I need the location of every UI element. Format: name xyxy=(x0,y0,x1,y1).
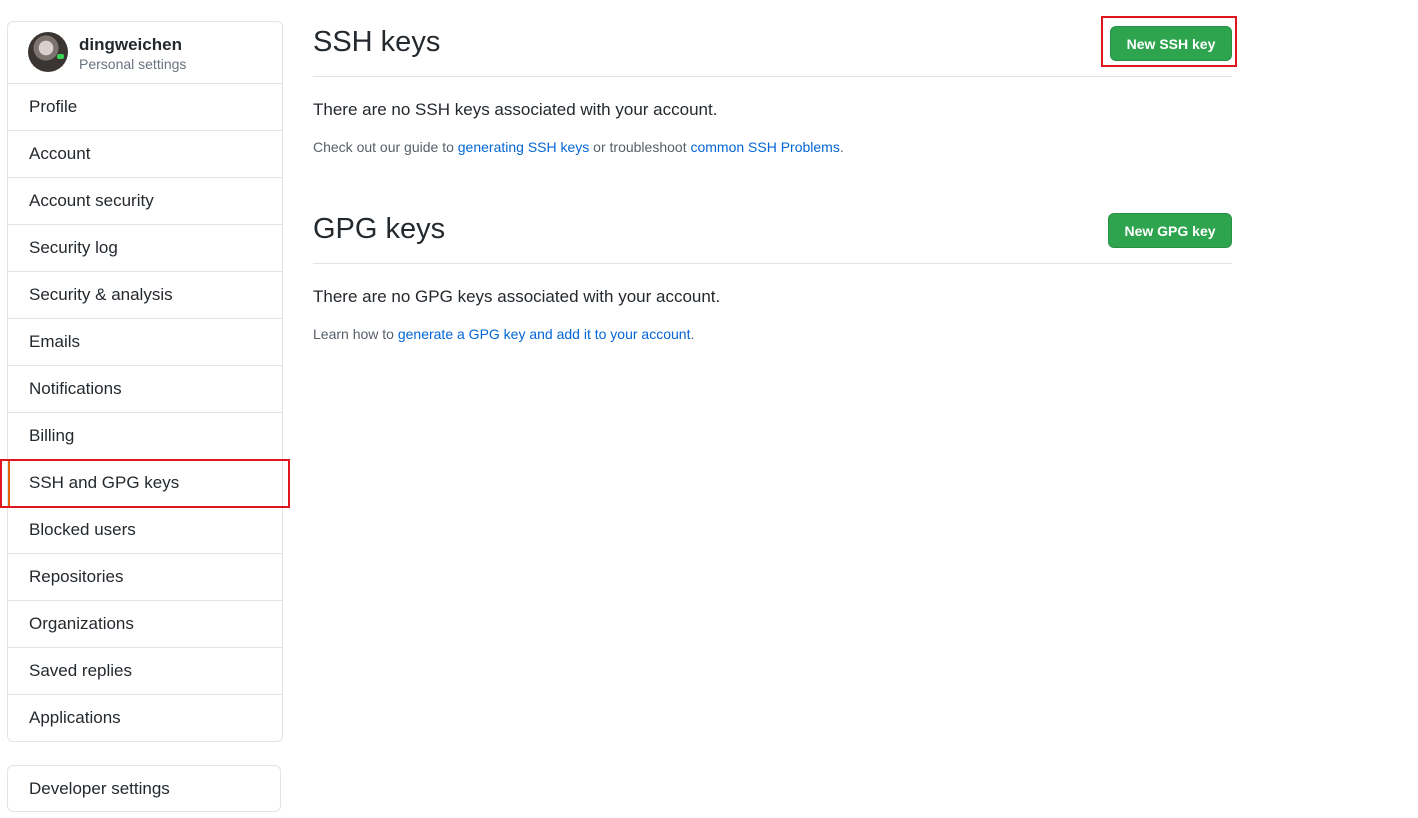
note-text: . xyxy=(690,326,695,342)
gpg-empty-message: There are no GPG keys associated with yo… xyxy=(313,287,721,306)
sidebar-item-label: Billing xyxy=(29,426,75,445)
sidebar-item-label: Security log xyxy=(29,238,118,257)
sidebar-item-saved-replies[interactable]: Saved replies xyxy=(8,648,282,695)
generate-gpg-key-link[interactable]: generate a GPG key and add it to your ac… xyxy=(398,326,691,342)
sidebar-item-label: Security & analysis xyxy=(29,285,173,304)
sidebar-item-billing[interactable]: Billing xyxy=(8,413,282,460)
ssh-help-note: Check out our guide to generating SSH ke… xyxy=(313,139,844,155)
sidebar-item-label: Profile xyxy=(29,97,78,116)
new-ssh-key-button[interactable]: New SSH key xyxy=(1110,26,1232,61)
sidebar-item-label: Repositories xyxy=(29,567,124,586)
sidebar-item-label: Developer settings xyxy=(29,778,170,798)
ssh-keys-heading: SSH keys xyxy=(313,26,441,58)
sidebar-item-label: Blocked users xyxy=(29,520,136,539)
sidebar-item-notifications[interactable]: Notifications xyxy=(8,366,282,413)
note-text: or troubleshoot xyxy=(589,139,691,155)
note-text: . xyxy=(839,139,844,155)
personal-settings-label: Personal settings xyxy=(79,56,187,72)
sidebar-item-repositories[interactable]: Repositories xyxy=(8,554,282,601)
common-ssh-problems-link[interactable]: common SSH Problems xyxy=(690,139,839,155)
sidebar-item-applications[interactable]: Applications xyxy=(8,695,282,741)
sidebar-item-label: Applications xyxy=(29,708,121,727)
avatar[interactable] xyxy=(28,32,68,72)
sidebar-item-label: Emails xyxy=(29,332,81,351)
sidebar-item-account-security[interactable]: Account security xyxy=(8,178,282,225)
ssh-empty-message: There are no SSH keys associated with yo… xyxy=(313,100,718,119)
generating-ssh-keys-link[interactable]: generating SSH keys xyxy=(458,139,590,155)
sidebar-item-label: Notifications xyxy=(29,379,122,398)
sidebar-item-label: SSH and GPG keys xyxy=(29,473,180,492)
username[interactable]: dingweichen xyxy=(79,35,182,55)
sidebar-item-label: Organizations xyxy=(29,614,134,633)
note-text: Check out our guide to xyxy=(313,139,458,155)
new-gpg-key-button[interactable]: New GPG key xyxy=(1108,213,1232,248)
sidebar-item-ssh-gpg-keys[interactable]: SSH and GPG keys xyxy=(8,460,282,507)
sidebar-item-label: Saved replies xyxy=(29,661,133,680)
settings-sidebar: dingweichen Personal settings Profile Ac… xyxy=(7,21,283,742)
sidebar-item-organizations[interactable]: Organizations xyxy=(8,601,282,648)
sidebar-item-blocked-users[interactable]: Blocked users xyxy=(8,507,282,554)
sidebar-item-account[interactable]: Account xyxy=(8,131,282,178)
sidebar-item-emails[interactable]: Emails xyxy=(8,319,282,366)
note-text: Learn how to xyxy=(313,326,398,342)
sidebar-item-developer-settings[interactable]: Developer settings xyxy=(7,765,281,812)
sidebar-item-security-analysis[interactable]: Security & analysis xyxy=(8,272,282,319)
sidebar-item-security-log[interactable]: Security log xyxy=(8,225,282,272)
gpg-help-note: Learn how to generate a GPG key and add … xyxy=(313,326,694,342)
sidebar-item-label: Account xyxy=(29,144,91,163)
sidebar-item-profile[interactable]: Profile xyxy=(8,84,282,131)
status-indicator xyxy=(57,54,64,59)
gpg-keys-heading: GPG keys xyxy=(313,213,446,245)
divider xyxy=(313,76,1232,77)
sidebar-item-label: Account security xyxy=(29,191,154,210)
divider xyxy=(313,263,1232,264)
user-header: dingweichen Personal settings xyxy=(8,22,282,84)
